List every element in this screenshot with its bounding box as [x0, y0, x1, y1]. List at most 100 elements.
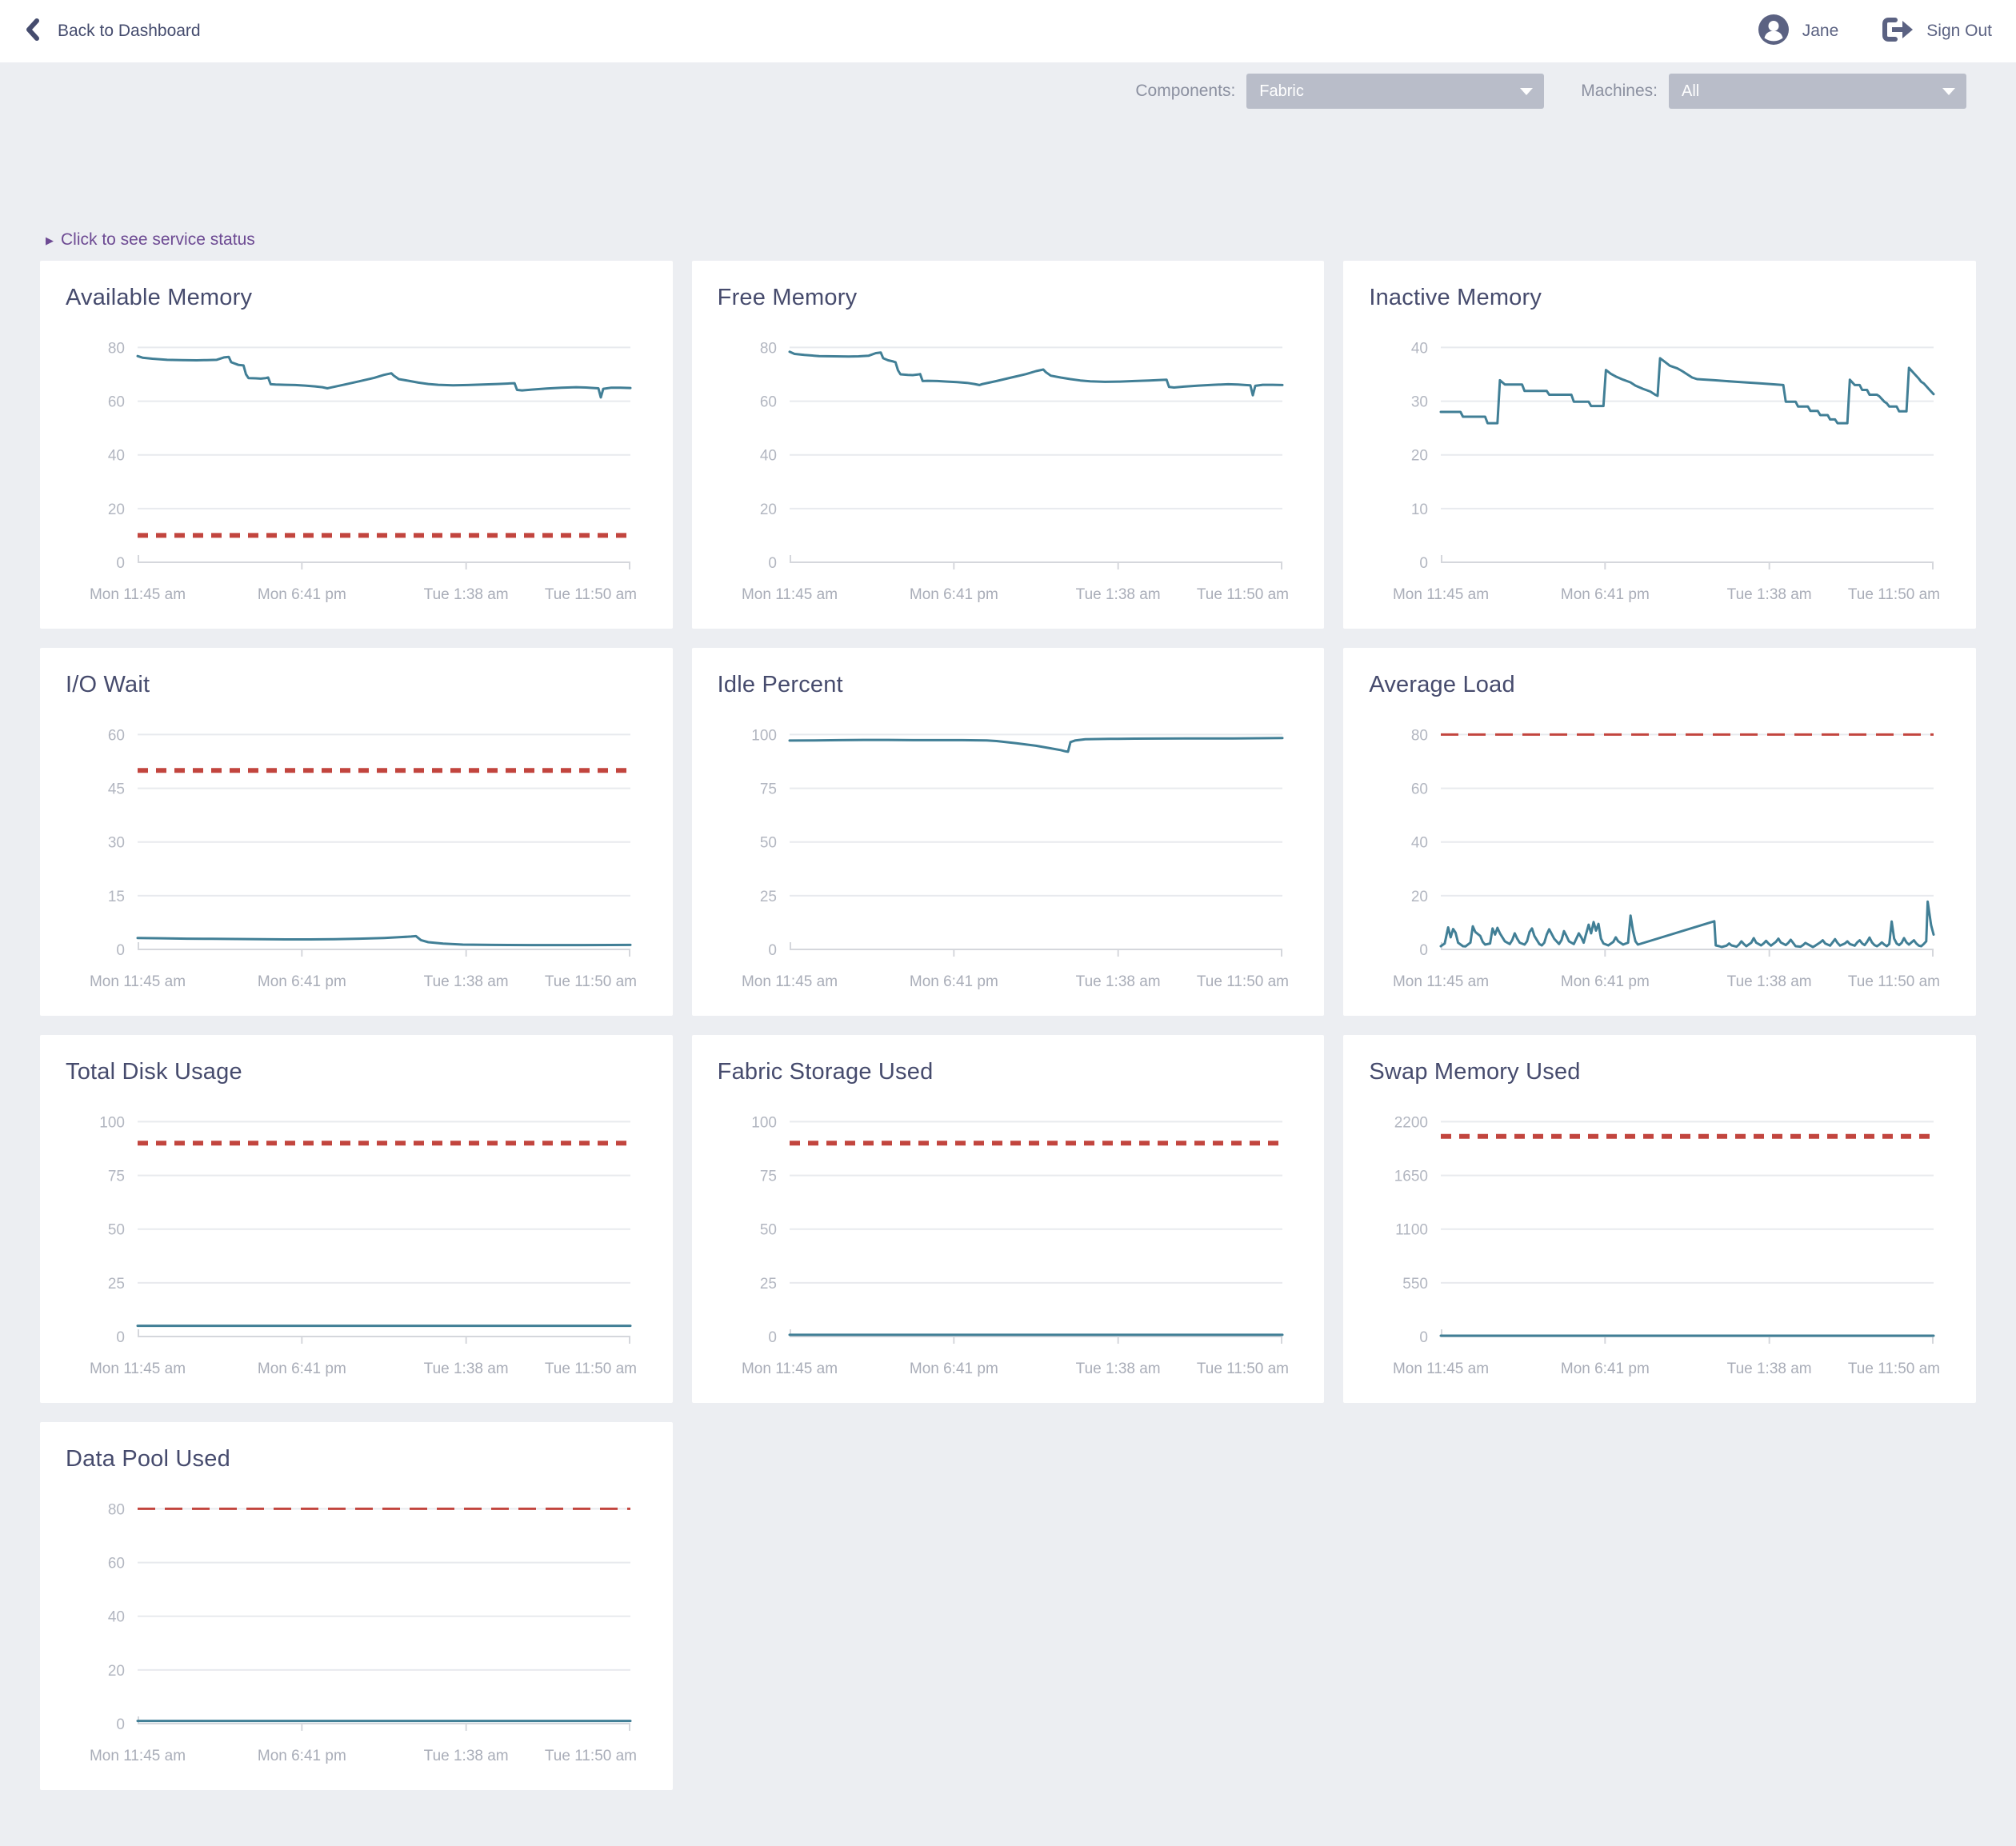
- y-tick-label: 0: [1420, 555, 1429, 572]
- line-chart: 806040200Mon 11:45 amMon 6:41 pmTue 1:38…: [61, 324, 651, 605]
- series-line: [1441, 358, 1934, 423]
- sign-out-label: Sign Out: [1926, 22, 1992, 41]
- x-tick-label: Mon 6:41 pm: [910, 973, 998, 990]
- chart-card: Available Memory806040200Mon 11:45 amMon…: [40, 261, 673, 629]
- y-tick-label: 2200: [1394, 1114, 1428, 1131]
- chart-title: Total Disk Usage: [66, 1059, 652, 1085]
- x-tick-label: Mon 11:45 am: [90, 1748, 186, 1764]
- x-tick-label: Mon 11:45 am: [1393, 1361, 1489, 1377]
- chart-card: Total Disk Usage1007550250Mon 11:45 amMo…: [40, 1035, 673, 1403]
- y-tick-label: 50: [108, 1222, 125, 1239]
- chart-title: Available Memory: [66, 285, 652, 311]
- x-tick-label: Mon 6:41 pm: [258, 1748, 346, 1764]
- chevron-down-icon: [1520, 88, 1533, 95]
- components-filter-group: Components: Fabric: [1135, 74, 1544, 109]
- y-tick-label: 0: [116, 555, 125, 572]
- line-chart: 1007550250Mon 11:45 amMon 6:41 pmTue 1:3…: [713, 1098, 1303, 1380]
- machines-dropdown[interactable]: All: [1669, 74, 1966, 109]
- x-tick-label: Mon 6:41 pm: [258, 586, 346, 603]
- y-tick-label: 0: [116, 1716, 125, 1733]
- triangle-right-icon: ▶: [46, 235, 54, 246]
- topbar-right-group: Jane Sign Out: [1758, 14, 1992, 50]
- x-tick-label: Tue 11:50 am: [1197, 1361, 1289, 1377]
- y-tick-label: 30: [108, 835, 125, 852]
- x-tick-label: Tue 1:38 am: [1727, 1361, 1812, 1377]
- machines-filter-group: Machines: All: [1581, 74, 1966, 109]
- chart-title: Free Memory: [718, 285, 1304, 311]
- user-menu[interactable]: Jane: [1758, 14, 1839, 50]
- y-tick-label: 1100: [1395, 1222, 1428, 1239]
- chart-card: Free Memory806040200Mon 11:45 amMon 6:41…: [692, 261, 1325, 629]
- y-tick-label: 550: [1403, 1276, 1429, 1293]
- chart-card: I/O Wait604530150Mon 11:45 amMon 6:41 pm…: [40, 648, 673, 1016]
- components-dropdown[interactable]: Fabric: [1246, 74, 1544, 109]
- series-line: [790, 738, 1282, 752]
- y-tick-label: 20: [1411, 448, 1428, 465]
- chart-title: Inactive Memory: [1369, 285, 1955, 311]
- y-tick-label: 45: [108, 781, 125, 798]
- y-tick-label: 0: [116, 1329, 125, 1346]
- y-tick-label: 25: [108, 1276, 125, 1293]
- x-tick-label: Tue 1:38 am: [1727, 586, 1812, 603]
- y-tick-label: 25: [760, 1276, 777, 1293]
- chart-card: Inactive Memory403020100Mon 11:45 amMon …: [1343, 261, 1976, 629]
- chart-title: Swap Memory Used: [1369, 1059, 1955, 1085]
- series-line: [138, 356, 630, 398]
- x-tick-label: Mon 11:45 am: [742, 586, 838, 603]
- y-tick-label: 80: [1411, 727, 1428, 744]
- x-tick-label: Tue 11:50 am: [545, 973, 637, 990]
- y-tick-label: 40: [108, 1609, 125, 1626]
- chevron-down-icon: [1942, 88, 1955, 95]
- x-tick-label: Tue 1:38 am: [424, 1361, 509, 1377]
- service-status-link[interactable]: ▶ Click to see service status: [46, 230, 255, 250]
- components-dropdown-value: Fabric: [1259, 82, 1304, 101]
- y-tick-label: 1650: [1394, 1169, 1428, 1185]
- line-chart: 806040200Mon 11:45 amMon 6:41 pmTue 1:38…: [713, 324, 1303, 605]
- x-tick-label: Tue 11:50 am: [1197, 586, 1289, 603]
- service-status-link-label: Click to see service status: [61, 230, 255, 250]
- y-tick-label: 0: [1420, 1329, 1429, 1346]
- y-tick-label: 0: [768, 942, 777, 959]
- y-tick-label: 20: [760, 501, 777, 518]
- y-tick-label: 75: [760, 781, 777, 798]
- x-tick-label: Mon 6:41 pm: [258, 1361, 346, 1377]
- sign-out-icon: [1880, 16, 1914, 47]
- y-tick-label: 60: [108, 1556, 125, 1572]
- chart-card: Swap Memory Used 2200 1650 1100 550 0 Mon 11:4…: [1343, 1035, 1976, 1403]
- back-to-dashboard-button[interactable]: Back to Dashboard: [24, 18, 201, 46]
- y-tick-label: 20: [1411, 889, 1428, 905]
- chart-title: Idle Percent: [718, 672, 1304, 698]
- line-chart: 1007550250Mon 11:45 amMon 6:41 pmTue 1:3…: [713, 711, 1303, 993]
- x-tick-label: Mon 6:41 pm: [910, 1361, 998, 1377]
- y-tick-label: 25: [760, 889, 777, 905]
- line-chart: 806040200Mon 11:45 amMon 6:41 pmTue 1:38…: [1364, 711, 1954, 993]
- x-tick-label: Tue 11:50 am: [545, 1361, 637, 1377]
- y-tick-label: 100: [751, 727, 777, 744]
- chevron-left-icon: [24, 18, 42, 46]
- filter-bar: Components: Fabric Machines: All: [0, 62, 2016, 109]
- y-tick-label: 0: [1420, 942, 1429, 959]
- y-tick-label: 0: [116, 942, 125, 959]
- y-tick-label: 0: [768, 555, 777, 572]
- y-tick-label: 60: [108, 394, 125, 411]
- y-tick-label: 50: [760, 1222, 777, 1239]
- line-chart: 604530150Mon 11:45 amMon 6:41 pmTue 1:38…: [61, 711, 651, 993]
- x-tick-label: Mon 6:41 pm: [1561, 973, 1650, 990]
- sign-out-button[interactable]: Sign Out: [1880, 16, 1992, 47]
- x-tick-label: Mon 6:41 pm: [1561, 1361, 1650, 1377]
- y-tick-label: 15: [108, 889, 125, 905]
- chart-title: I/O Wait: [66, 672, 652, 698]
- y-tick-label: 60: [1411, 781, 1428, 798]
- back-to-dashboard-label: Back to Dashboard: [58, 22, 201, 41]
- x-tick-label: Mon 11:45 am: [742, 1361, 838, 1377]
- x-tick-label: Tue 1:38 am: [424, 1748, 509, 1764]
- chart-title: Average Load: [1369, 672, 1955, 698]
- y-tick-label: 20: [108, 1663, 125, 1680]
- x-tick-label: Tue 1:38 am: [1075, 973, 1160, 990]
- y-tick-label: 30: [1411, 394, 1428, 411]
- y-tick-label: 10: [1411, 501, 1428, 518]
- series-line: [790, 352, 1282, 395]
- line-chart: 806040200Mon 11:45 amMon 6:41 pmTue 1:38…: [61, 1485, 651, 1767]
- line-chart: 403020100Mon 11:45 amMon 6:41 pmTue 1:38…: [1364, 324, 1954, 605]
- x-tick-label: Mon 11:45 am: [1393, 973, 1489, 990]
